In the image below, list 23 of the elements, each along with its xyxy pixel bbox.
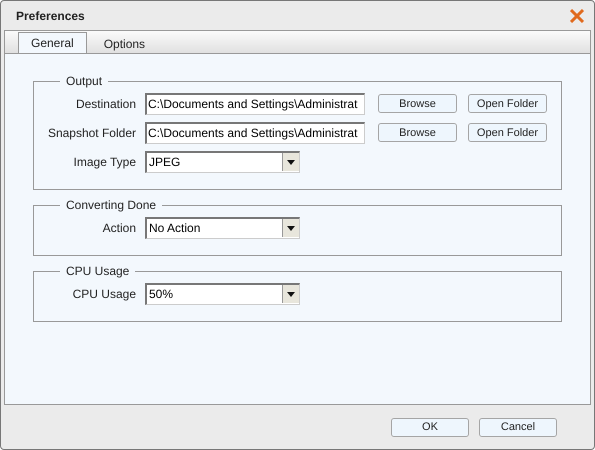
field-label: Action bbox=[102, 220, 136, 234]
field-label: CPU Usage bbox=[72, 286, 136, 300]
group-title: CPU Usage bbox=[65, 264, 130, 278]
tab[interactable]: Options bbox=[90, 33, 158, 53]
dropdown[interactable]: No Action bbox=[145, 216, 300, 238]
tab[interactable]: General bbox=[18, 32, 87, 53]
field-label: Snapshot Folder bbox=[46, 126, 136, 140]
field-label: Image Type bbox=[72, 154, 136, 168]
dialog-button[interactable]: Cancel bbox=[479, 418, 557, 436]
window-title: Preferences bbox=[16, 8, 85, 22]
dropdown[interactable]: 50% bbox=[145, 282, 300, 304]
folder-button[interactable]: Open Folder bbox=[468, 123, 547, 142]
dialog-button[interactable]: OK bbox=[391, 418, 469, 436]
folder-button[interactable]: Open Folder bbox=[468, 94, 547, 113]
folder-button[interactable]: Browse bbox=[378, 94, 457, 113]
field-label: Destination bbox=[74, 96, 136, 110]
folder-button[interactable]: Browse bbox=[378, 123, 457, 142]
group-title: Converting Done bbox=[65, 198, 158, 212]
path-field[interactable]: C:\Documents and Settings\Administrat bbox=[145, 92, 365, 114]
path-field[interactable]: C:\Documents and Settings\Administrat bbox=[145, 122, 365, 144]
dropdown[interactable]: JPEG bbox=[145, 150, 300, 172]
group-title: Output bbox=[65, 74, 104, 88]
close-icon[interactable] bbox=[570, 8, 584, 22]
